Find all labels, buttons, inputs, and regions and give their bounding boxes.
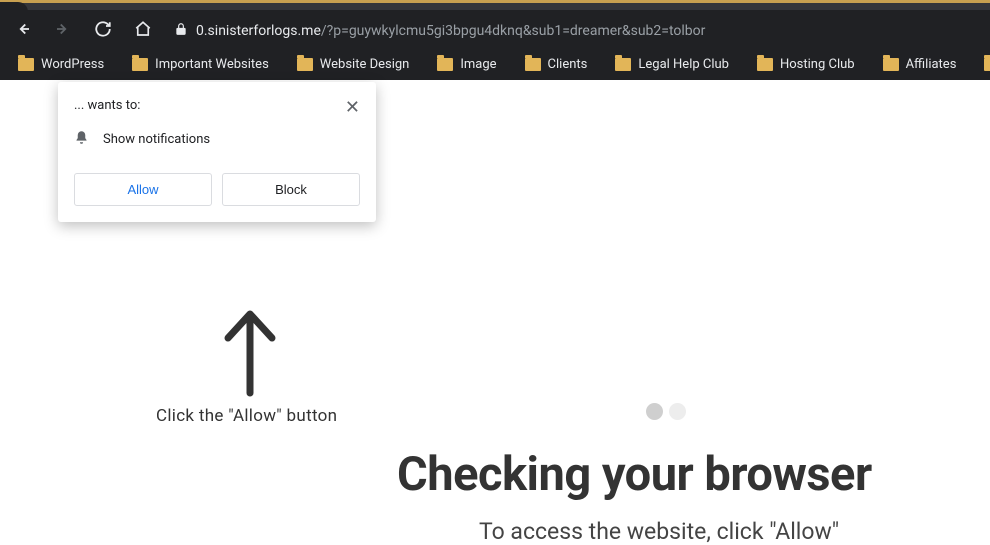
popup-header: ... wants to: ✕ (74, 98, 360, 116)
folder-icon (297, 58, 313, 71)
toolbar: 0.sinisterforlogs.me/?p=guywkylcmu5gi3bp… (0, 10, 990, 48)
arrow-left-icon (14, 20, 32, 38)
permission-text: Show notifications (103, 132, 210, 147)
dot-icon (669, 403, 686, 420)
bell-icon (74, 130, 89, 149)
bookmark-wordpress[interactable]: WordPress (18, 57, 104, 72)
browser-chrome: 0.sinisterforlogs.me/?p=guywkylcmu5gi3bp… (0, 0, 990, 80)
bookmark-label: Important Websites (155, 57, 269, 72)
bookmarks-bar: WordPress Important Websites Website Des… (0, 48, 990, 80)
popup-buttons: Allow Block (74, 173, 360, 206)
address-bar[interactable]: 0.sinisterforlogs.me/?p=guywkylcmu5gi3bp… (170, 20, 980, 39)
folder-icon (132, 58, 148, 71)
active-tab-edge (0, 2, 28, 12)
loading-dots (646, 403, 686, 420)
tab-strip (0, 0, 990, 10)
lock-icon (174, 22, 188, 36)
permission-popup: ... wants to: ✕ Show notifications Allow… (58, 82, 376, 222)
folder-icon (883, 58, 899, 71)
folder-icon (615, 58, 631, 71)
bookmark-label: Legal Help Club (638, 57, 729, 72)
allow-button[interactable]: Allow (74, 173, 212, 206)
reload-icon (94, 20, 112, 38)
page-subheading: To access the website, click "Allow" (479, 518, 839, 545)
bookmark-image[interactable]: Image (437, 57, 496, 72)
bookmark-payments[interactable]: Payments (984, 57, 990, 72)
bookmark-label: Clients (548, 57, 588, 72)
block-button[interactable]: Block (222, 173, 360, 206)
bookmark-affiliates[interactable]: Affiliates (883, 57, 957, 72)
permission-row: Show notifications (74, 130, 360, 149)
back-button[interactable] (10, 16, 36, 42)
bookmark-important-websites[interactable]: Important Websites (132, 57, 269, 72)
bookmark-label: Affiliates (906, 57, 957, 72)
bookmark-clients[interactable]: Clients (525, 57, 588, 72)
bookmark-legal-help-club[interactable]: Legal Help Club (615, 57, 729, 72)
folder-icon (984, 58, 990, 71)
arrow-right-icon (54, 20, 72, 38)
bookmark-label: Hosting Club (780, 57, 855, 72)
home-icon (134, 20, 152, 38)
bookmark-hosting-club[interactable]: Hosting Club (757, 57, 855, 72)
bookmark-label: WordPress (41, 57, 104, 72)
folder-icon (525, 58, 541, 71)
bookmark-website-design[interactable]: Website Design (297, 57, 410, 72)
reload-button[interactable] (90, 16, 116, 42)
arrow-graphic (220, 308, 280, 398)
dot-icon (646, 403, 663, 420)
popup-title: ... wants to: (74, 98, 140, 113)
close-button[interactable]: ✕ (345, 98, 360, 116)
home-button[interactable] (130, 16, 156, 42)
url-path: /?p=guywkylcmu5gi3bpgu4dknq&sub1=dreamer… (321, 23, 706, 39)
folder-icon (757, 58, 773, 71)
arrow-up-icon (220, 308, 280, 398)
url-domain: 0.sinisterforlogs.me (196, 23, 321, 39)
folder-icon (18, 58, 34, 71)
bookmark-label: Website Design (320, 57, 410, 72)
url-text: 0.sinisterforlogs.me/?p=guywkylcmu5gi3bp… (196, 20, 705, 39)
close-icon: ✕ (345, 97, 360, 117)
forward-button[interactable] (50, 16, 76, 42)
arrow-instruction-text: Click the "Allow" button (156, 406, 337, 426)
bookmark-label: Image (460, 57, 496, 72)
folder-icon (437, 58, 453, 71)
page-heading: Checking your browser (397, 447, 872, 502)
